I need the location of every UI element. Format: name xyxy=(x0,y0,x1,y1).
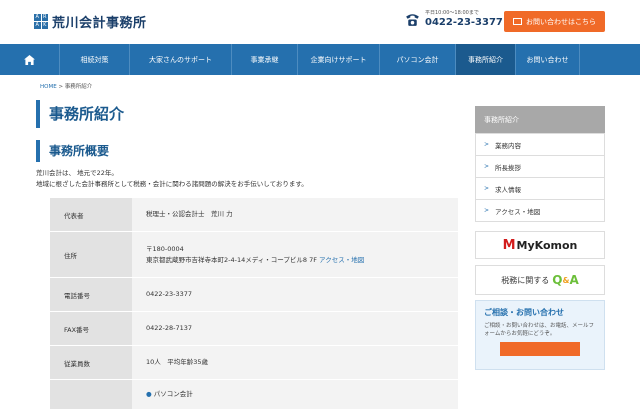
sidebar-item-label: 業務内容 xyxy=(495,141,522,150)
section-title: 事務所概要 xyxy=(36,140,460,162)
bullet-icon: ● xyxy=(146,390,152,398)
table-cell: 0422-28-7137 xyxy=(132,312,458,345)
nav-item-inheritance[interactable]: 相続対策 xyxy=(60,44,130,75)
nav-item-corporate[interactable]: 企業向けサポート xyxy=(298,44,380,75)
sidebar: 事務所紹介 > 業務内容 > 所長挨拶 > 求人情報 > アクセス・地図 M MyKom… xyxy=(475,106,605,370)
nav-item-label: 相続対策 xyxy=(80,55,109,64)
service-item: パソコン会計 xyxy=(153,390,193,398)
sidebar-item-label: アクセス・地図 xyxy=(495,207,541,216)
site-logo[interactable]: A R A K 荒川会計事務所 xyxy=(34,12,147,31)
breadcrumb-separator: > xyxy=(58,84,64,90)
nav-item-label: お問い合わせ xyxy=(526,55,569,64)
table-row: 住所 〒180-0004 東京都武蔵野市吉祥寺本町2-4-14メディ・コープビル… xyxy=(50,232,458,278)
nav-item-label: パソコン会計 xyxy=(396,55,439,64)
nav-item-contact[interactable]: お問い合わせ xyxy=(516,44,580,75)
table-header-cell: 電話番号 xyxy=(50,278,132,311)
mail-icon xyxy=(513,18,522,25)
nav-item-label: 事業承継 xyxy=(250,55,279,64)
business-hours: 平日10:00～18:00まで xyxy=(425,10,479,16)
logo-text: 荒川会計事務所 xyxy=(52,16,147,31)
sidebar-item-greeting[interactable]: > 所長挨拶 xyxy=(476,155,604,177)
table-cell: 10人 平均年齢35歳 xyxy=(132,346,458,379)
sidebar-item-access[interactable]: > アクセス・地図 xyxy=(476,199,604,221)
cell-value: 10人 平均年齢35歳 xyxy=(146,358,209,366)
sidebar-menu: > 業務内容 > 所長挨拶 > 求人情報 > アクセス・地図 xyxy=(475,133,605,222)
qa-prefix: 税務に関する xyxy=(501,275,550,285)
table-row: ● パソコン会計 xyxy=(50,380,458,410)
nav-item-landlord[interactable]: 大家さんのサポート xyxy=(130,44,232,75)
site-header: A R A K 荒川会計事務所 平日10:00～18:00まで 0422-23-… xyxy=(0,0,640,44)
access-map-link[interactable]: アクセス・地図 xyxy=(319,256,364,264)
mykomon-banner[interactable]: M MyKomon xyxy=(475,231,605,259)
table-header-cell: 住所 xyxy=(50,232,132,277)
table-cell: ● パソコン会計 xyxy=(132,380,458,409)
logo-mark-cell: K xyxy=(41,22,48,29)
tax-qa-banner[interactable]: 税務に関する Q & A xyxy=(475,265,605,295)
cell-value: ● パソコン会計 xyxy=(146,389,458,400)
cell-value: 税理士・公認会計士 荒川 力 xyxy=(146,210,233,218)
phone-block: 平日10:00～18:00まで 0422-23-3377 xyxy=(404,10,503,29)
consult-box: ご相談・お問い合わせ ご相談・お問い合わせは、お電話、メールフォームからお気軽に… xyxy=(475,300,605,370)
address-text: 東京都武蔵野市吉祥寺本町2-4-14メディ・コープビル8 7F xyxy=(146,255,317,264)
mykomon-text: MyKomon xyxy=(516,238,578,252)
sidebar-heading: 事務所紹介 xyxy=(475,106,605,133)
nav-item-pc-accounting[interactable]: パソコン会計 xyxy=(380,44,456,75)
table-header-cell: FAX番号 xyxy=(50,312,132,345)
home-icon xyxy=(24,54,35,65)
qa-amp: & xyxy=(562,275,570,285)
phone-number[interactable]: 0422-23-3377 xyxy=(425,17,503,29)
table-cell: 0422-23-3377 xyxy=(132,278,458,311)
sidebar-item-services[interactable]: > 業務内容 xyxy=(476,133,604,155)
nav-item-succession[interactable]: 事業承継 xyxy=(232,44,298,75)
table-header-cell: 代表者 xyxy=(50,198,132,231)
logo-mark-cell: A xyxy=(34,14,41,21)
intro-line: 荒川会計は、 地元で22年。 xyxy=(36,169,118,177)
office-info-table: 代表者 税理士・公認会計士 荒川 力 住所 〒180-0004 東京都武蔵野市吉… xyxy=(50,198,458,410)
logo-mark-cell: A xyxy=(34,22,41,29)
contact-button-label: お問い合わせはこちら xyxy=(526,17,596,26)
consult-title: ご相談・お問い合わせ xyxy=(484,308,564,317)
page-title: 事務所紹介 xyxy=(36,100,460,128)
address-line: 東京都武蔵野市吉祥寺本町2-4-14メディ・コープビル8 7F アクセス・地図 xyxy=(146,255,458,266)
consult-contact-button[interactable] xyxy=(500,342,580,356)
nav-item-home[interactable] xyxy=(0,44,60,75)
contact-button[interactable]: お問い合わせはこちら xyxy=(504,11,605,32)
intro-text: 荒川会計は、 地元で22年。 地域に根ざした会計事務所として税務・会計に関わる諸… xyxy=(36,168,460,190)
qa-q: Q xyxy=(552,273,563,287)
table-row: 従業員数 10人 平均年齢35歳 xyxy=(50,346,458,380)
main-content: 事務所紹介 事務所概要 荒川会計は、 地元で22年。 地域に根ざした会計事務所と… xyxy=(36,100,460,410)
postal-code: 〒180-0004 xyxy=(146,244,184,253)
cell-value: 0422-23-3377 xyxy=(146,290,193,298)
table-cell: 税理士・公認会計士 荒川 力 xyxy=(132,198,458,231)
consult-text: ご相談・お問い合わせは、お電話、メールフォームからお気軽にどうぞ。 xyxy=(484,323,595,337)
nav-item-label: 企業向けサポート xyxy=(310,55,367,64)
intro-line: 地域に根ざした会計事務所として税務・会計に関わる諸問題の解決をお手伝いしておりま… xyxy=(36,180,308,188)
logo-mark-cell: R xyxy=(41,14,48,21)
sidebar-item-recruit[interactable]: > 求人情報 xyxy=(476,177,604,199)
nav-item-office[interactable]: 事務所紹介 xyxy=(456,44,516,75)
table-row: 代表者 税理士・公認会計士 荒川 力 xyxy=(50,198,458,232)
cell-value: 0422-28-7137 xyxy=(146,324,193,332)
sidebar-item-label: 所長挨拶 xyxy=(495,163,522,172)
chevron-right-icon: > xyxy=(484,207,490,214)
chevron-right-icon: > xyxy=(484,185,490,192)
nav-item-label: 大家さんのサポート xyxy=(149,55,212,64)
table-row: FAX番号 0422-28-7137 xyxy=(50,312,458,346)
breadcrumb: HOME > 事務所紹介 xyxy=(40,82,92,90)
table-cell: 〒180-0004 東京都武蔵野市吉祥寺本町2-4-14メディ・コープビル8 7… xyxy=(132,232,458,277)
logo-mark-icon: A R A K xyxy=(34,14,48,29)
sidebar-item-label: 求人情報 xyxy=(495,185,522,194)
mykomon-logo-icon: M xyxy=(502,237,516,253)
nav-item-label: 事務所紹介 xyxy=(468,55,503,64)
phone-icon xyxy=(406,14,419,26)
table-row: 電話番号 0422-23-3377 xyxy=(50,278,458,312)
qa-a: A xyxy=(569,273,579,287)
table-header-cell: 従業員数 xyxy=(50,346,132,379)
chevron-right-icon: > xyxy=(484,163,490,170)
breadcrumb-current: 事務所紹介 xyxy=(64,84,93,90)
global-nav: 相続対策 大家さんのサポート 事業承継 企業向けサポート パソコン会計 事務所紹… xyxy=(0,44,640,75)
chevron-right-icon: > xyxy=(484,141,490,148)
breadcrumb-home[interactable]: HOME xyxy=(40,84,57,90)
table-header-cell xyxy=(50,380,132,409)
